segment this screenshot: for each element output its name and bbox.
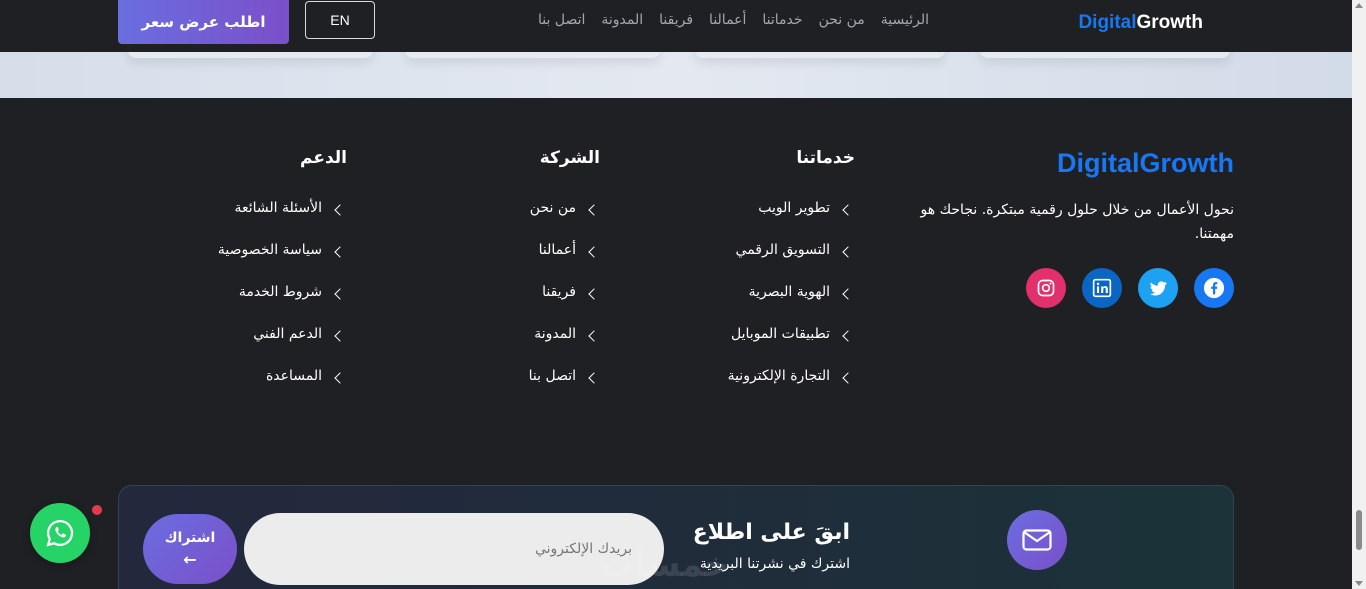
facebook-icon[interactable]: [1194, 268, 1234, 308]
company-link[interactable]: فريقنا: [529, 284, 600, 326]
link-label: أعمالنا: [538, 242, 576, 258]
link-label: تطوير الويب: [758, 200, 830, 216]
link-label: الدعم الفني: [253, 326, 322, 342]
chevron-left-icon: [588, 372, 600, 384]
watermark: خمسات: [600, 545, 729, 585]
chevron-left-icon: [334, 246, 346, 258]
subscribe-button[interactable]: اشتراك ←: [143, 514, 237, 584]
scroll-up-icon[interactable]: [1355, 3, 1363, 8]
nav-item-home[interactable]: الرئيسية: [881, 12, 929, 28]
link-label: شروط الخدمة: [238, 284, 322, 300]
chevron-left-icon: [842, 288, 854, 300]
request-quote-button[interactable]: اطلب عرض سعر: [118, 0, 289, 44]
card-edge: [128, 52, 373, 58]
link-label: المدونة: [534, 326, 576, 342]
nav-item-portfolio[interactable]: أعمالنا: [709, 12, 746, 28]
nav-item-blog[interactable]: المدونة: [601, 12, 643, 28]
scrollbar-thumb[interactable]: [1356, 510, 1362, 550]
footer-brand-description: نحول الأعمال من خلال حلول رقمية مبتكرة. …: [920, 202, 1234, 242]
whatsapp-button[interactable]: [30, 503, 90, 563]
chevron-left-icon: [334, 330, 346, 342]
link-label: المساعدة: [265, 368, 322, 384]
link-label: تطبيقات الموبايل: [731, 326, 830, 342]
chevron-left-icon: [842, 330, 854, 342]
support-link[interactable]: الدعم الفني: [218, 326, 346, 368]
company-link[interactable]: من نحن: [529, 200, 600, 242]
support-link[interactable]: الأسئلة الشائعة: [218, 200, 346, 242]
page-scrollbar[interactable]: [1352, 0, 1366, 589]
chevron-left-icon: [588, 204, 600, 216]
chevron-left-icon: [588, 288, 600, 300]
footer-brand-title: DigitalGrowth: [1057, 148, 1234, 178]
link-label: الأسئلة الشائعة: [234, 200, 323, 216]
chevron-left-icon: [588, 246, 600, 258]
company-link[interactable]: المدونة: [529, 326, 600, 368]
arrow-left-icon: ←: [183, 549, 197, 569]
support-link[interactable]: سياسة الخصوصية: [217, 242, 346, 284]
company-link[interactable]: اتصل بنا: [528, 368, 600, 410]
notification-badge: [90, 503, 104, 517]
social-links: [1026, 268, 1234, 308]
site-logo[interactable]: DigitalGrowth: [1078, 12, 1203, 34]
services-link[interactable]: تطبيقات الموبايل: [728, 326, 854, 368]
logo-accent: Digital: [1078, 12, 1137, 33]
nav-item-services[interactable]: خدماتنا: [762, 12, 802, 28]
card-edge: [405, 52, 660, 58]
subscribe-label: اشتراك: [164, 529, 216, 546]
company-link[interactable]: أعمالنا: [529, 242, 600, 284]
card-edge: [695, 52, 945, 58]
company-list: من نحن أعمالنا فريقنا المدونة اتصل بنا: [528, 200, 600, 410]
chevron-left-icon: [842, 246, 854, 258]
services-link[interactable]: التجارة الإلكترونية: [727, 368, 854, 410]
services-link[interactable]: الهوية البصرية: [728, 284, 854, 326]
chevron-left-icon: [334, 372, 346, 384]
services-list: تطوير الويب التسويق الرقمي الهوية البصري…: [727, 200, 854, 410]
support-column-title: الدعم: [300, 148, 347, 168]
link-label: من نحن: [529, 200, 576, 216]
scroll-down-icon[interactable]: [1355, 581, 1363, 586]
logo-text: Growth: [1136, 12, 1204, 33]
link-label: التجارة الإلكترونية: [727, 368, 830, 384]
language-toggle-button[interactable]: EN: [305, 1, 375, 39]
link-label: اتصل بنا: [528, 368, 576, 384]
link-label: سياسة الخصوصية: [217, 242, 322, 258]
nav-item-team[interactable]: فريقنا: [659, 12, 693, 28]
card-edge: [980, 52, 1230, 58]
link-label: فريقنا: [542, 284, 576, 300]
support-link[interactable]: شروط الخدمة: [218, 284, 346, 326]
instagram-icon[interactable]: [1026, 268, 1066, 308]
chevron-left-icon: [842, 372, 854, 384]
main-nav: الرئيسية من نحن خدماتنا أعمالنا فريقنا ا…: [538, 12, 929, 28]
support-list: الأسئلة الشائعة سياسة الخصوصية شروط الخد…: [217, 200, 346, 410]
chevron-left-icon: [334, 204, 346, 216]
link-label: الهوية البصرية: [748, 284, 830, 300]
support-link[interactable]: المساعدة: [218, 368, 346, 410]
linkedin-icon[interactable]: [1082, 268, 1122, 308]
envelope-icon: [1007, 510, 1067, 570]
chevron-left-icon: [842, 204, 854, 216]
newsletter-title: ابقَ على اطلاع: [692, 520, 850, 545]
services-link[interactable]: التسويق الرقمي: [728, 242, 854, 284]
previous-section-edge: [0, 52, 1352, 98]
company-column-title: الشركة: [539, 148, 600, 168]
nav-item-about[interactable]: من نحن: [819, 12, 865, 28]
chevron-left-icon: [334, 288, 346, 300]
twitter-icon[interactable]: [1138, 268, 1178, 308]
services-link[interactable]: تطوير الويب: [728, 200, 854, 242]
nav-item-contact[interactable]: اتصل بنا: [538, 12, 585, 28]
link-label: التسويق الرقمي: [735, 242, 830, 258]
chevron-left-icon: [588, 330, 600, 342]
services-column-title: خدماتنا: [796, 148, 855, 168]
top-header: DigitalGrowth الرئيسية من نحن خدماتنا أع…: [0, 0, 1352, 52]
